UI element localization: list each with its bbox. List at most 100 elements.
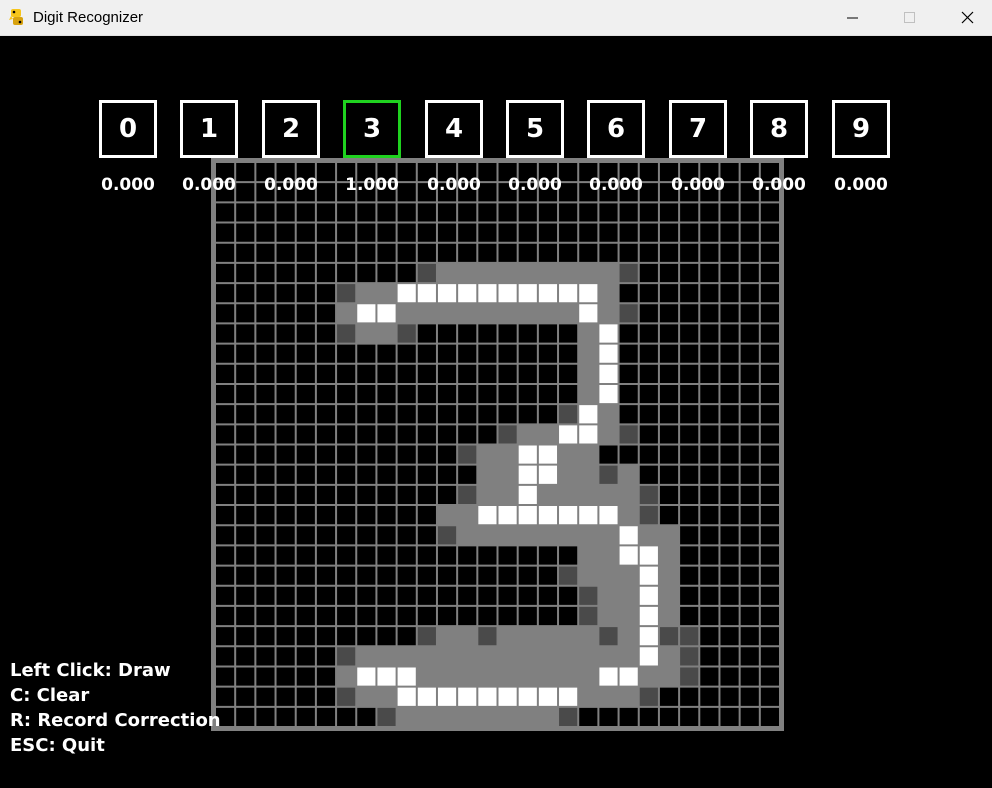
grid-cell[interactable] — [679, 666, 700, 687]
grid-cell[interactable] — [336, 283, 357, 304]
grid-cell[interactable] — [598, 545, 619, 566]
grid-cell[interactable] — [638, 525, 659, 546]
grid-cell[interactable] — [537, 283, 559, 304]
grid-cell[interactable] — [558, 686, 579, 707]
grid-cell[interactable] — [598, 343, 619, 364]
grid-cell[interactable] — [578, 565, 599, 586]
grid-cell[interactable] — [598, 424, 619, 445]
grid-cell[interactable] — [497, 646, 518, 667]
grid-cell[interactable] — [558, 444, 579, 465]
grid-cell[interactable] — [638, 666, 659, 687]
grid-cell[interactable] — [558, 525, 579, 546]
grid-cell[interactable] — [537, 626, 559, 647]
grid-cell[interactable] — [618, 565, 639, 586]
grid-cell[interactable] — [416, 686, 437, 707]
grid-cell[interactable] — [356, 686, 377, 707]
grid-cell[interactable] — [477, 444, 498, 465]
grid-cell[interactable] — [497, 444, 518, 465]
grid-cell[interactable] — [618, 646, 639, 667]
grid-cell[interactable] — [477, 484, 498, 506]
grid-cell[interactable] — [517, 686, 538, 707]
grid-cell[interactable] — [558, 464, 579, 485]
grid-cell[interactable] — [436, 262, 458, 284]
grid-cell[interactable] — [638, 646, 659, 667]
grid-cell[interactable] — [497, 706, 518, 727]
close-button[interactable] — [937, 0, 992, 36]
grid-cell[interactable] — [497, 424, 518, 445]
grid-cell[interactable] — [537, 646, 559, 667]
grid-cell[interactable] — [558, 484, 579, 506]
grid-cell[interactable] — [517, 484, 538, 506]
grid-cell[interactable] — [396, 706, 417, 727]
grid-cell[interactable] — [578, 404, 599, 425]
grid-cell[interactable] — [416, 666, 437, 687]
grid-cell[interactable] — [638, 605, 659, 627]
grid-cell[interactable] — [436, 303, 458, 324]
grid-cell[interactable] — [457, 686, 478, 707]
grid-cell[interactable] — [578, 505, 599, 526]
grid-cell[interactable] — [618, 626, 639, 647]
grid-cell[interactable] — [517, 262, 538, 284]
grid-cell[interactable] — [578, 646, 599, 667]
grid-cell[interactable] — [376, 666, 397, 687]
grid-cell[interactable] — [578, 626, 599, 647]
grid-cell[interactable] — [356, 323, 377, 344]
grid-cell[interactable] — [618, 505, 639, 526]
grid-cell[interactable] — [558, 303, 579, 324]
grid-cell[interactable] — [638, 545, 659, 566]
grid-cell[interactable] — [477, 303, 498, 324]
grid-cell[interactable] — [457, 666, 478, 687]
grid-cell[interactable] — [658, 525, 680, 546]
grid-cell[interactable] — [457, 444, 478, 465]
grid-cell[interactable] — [618, 666, 639, 687]
grid-cell[interactable] — [598, 363, 619, 384]
grid-cell[interactable] — [598, 585, 619, 606]
grid-cell[interactable] — [658, 646, 680, 667]
grid-cell[interactable] — [356, 646, 377, 667]
grid-cell[interactable] — [497, 464, 518, 485]
grid-cell[interactable] — [457, 525, 478, 546]
grid-cell[interactable] — [396, 686, 417, 707]
grid-cell[interactable] — [658, 666, 680, 687]
grid-cell[interactable] — [558, 706, 579, 727]
grid-cell[interactable] — [578, 303, 599, 324]
grid-cell[interactable] — [598, 262, 619, 284]
grid-cell[interactable] — [396, 303, 417, 324]
grid-cell[interactable] — [497, 686, 518, 707]
grid-cell[interactable] — [578, 464, 599, 485]
grid-cell[interactable] — [376, 323, 397, 344]
grid-cell[interactable] — [537, 303, 559, 324]
grid-cell[interactable] — [457, 706, 478, 727]
grid-cell[interactable] — [396, 646, 417, 667]
grid-cell[interactable] — [598, 626, 619, 647]
grid-cell[interactable] — [457, 484, 478, 506]
grid-cell[interactable] — [598, 484, 619, 506]
grid-cell[interactable] — [517, 283, 538, 304]
grid-cell[interactable] — [598, 283, 619, 304]
grid-cell[interactable] — [578, 424, 599, 445]
grid-cell[interactable] — [477, 646, 498, 667]
drawing-grid[interactable] — [211, 158, 784, 731]
grid-cell[interactable] — [376, 646, 397, 667]
grid-cell[interactable] — [336, 646, 357, 667]
grid-cell[interactable] — [497, 525, 518, 546]
grid-cell[interactable] — [658, 585, 680, 606]
grid-cell[interactable] — [537, 424, 559, 445]
grid-cell[interactable] — [477, 626, 498, 647]
grid-cell[interactable] — [558, 505, 579, 526]
grid-cell[interactable] — [578, 545, 599, 566]
minimize-button[interactable] — [823, 0, 881, 36]
grid-cell[interactable] — [517, 505, 538, 526]
grid-cell[interactable] — [517, 464, 538, 485]
grid-cell[interactable] — [558, 646, 579, 667]
grid-cell[interactable] — [497, 484, 518, 506]
grid-cell[interactable] — [336, 686, 357, 707]
grid-cell[interactable] — [558, 565, 579, 586]
grid-cell[interactable] — [497, 626, 518, 647]
grid-cell[interactable] — [537, 686, 559, 707]
grid-cell[interactable] — [497, 283, 518, 304]
grid-cell[interactable] — [336, 323, 357, 344]
grid-cell[interactable] — [558, 404, 579, 425]
grid-cell[interactable] — [416, 283, 437, 304]
grid-cell[interactable] — [356, 666, 377, 687]
